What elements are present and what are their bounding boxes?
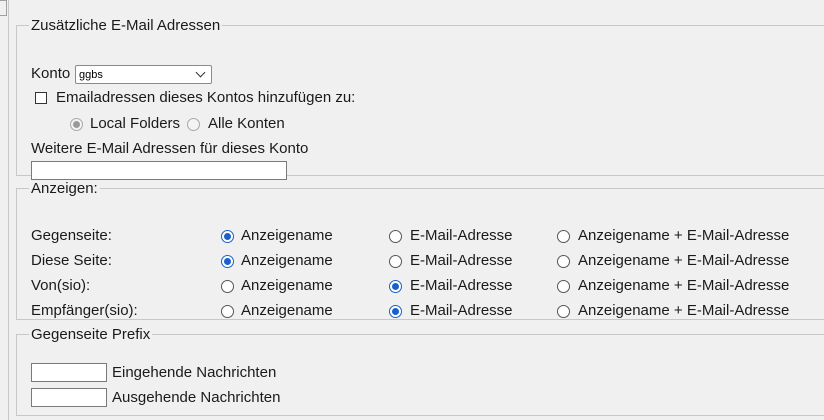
additional-email-group: Zusätzliche E-Mail Adressen Konto ggbs E… [16, 17, 824, 180]
display-row0-radio-both[interactable] [557, 230, 570, 243]
display-row0-option-both: Anzeigename + E-Mail-Adresse [578, 227, 790, 244]
display-row3-option-email: E-Mail-Adresse [410, 302, 513, 319]
display-row3-radio-email[interactable] [389, 305, 402, 318]
display-row0-option-displayname: Anzeigename [241, 227, 333, 244]
display-row3-radio-displayname[interactable] [221, 305, 234, 318]
prefix-group: Gegenseite Prefix Eingehende Nachrichten… [16, 326, 824, 416]
target-radio-all-accounts[interactable] [187, 118, 200, 131]
add-addresses-checkbox[interactable] [35, 92, 47, 104]
display-row0-radio-email[interactable] [389, 230, 402, 243]
target-label-local-folders: Local Folders [90, 115, 181, 132]
konto-select-wrap[interactable]: ggbs [75, 65, 212, 84]
target-label-all-accounts: Alle Konten [208, 115, 285, 132]
outgoing-prefix-input[interactable] [31, 388, 107, 407]
display-row1-radio-both[interactable] [557, 255, 570, 268]
display-row1-option-displayname: Anzeigename [241, 252, 333, 269]
target-radio-local-folders[interactable] [70, 118, 83, 131]
display-row1-radio-email[interactable] [389, 255, 402, 268]
display-row2-radio-email[interactable] [389, 280, 402, 293]
konto-select[interactable]: ggbs [75, 65, 212, 84]
incoming-prefix-label: Eingehende Nachrichten [112, 364, 277, 381]
further-addresses-input[interactable] [31, 161, 287, 180]
prefix-legend: Gegenseite Prefix [31, 326, 151, 343]
left-edge-strip [0, 0, 8, 420]
incoming-prefix-input[interactable] [31, 363, 107, 382]
display-row3-radio-both[interactable] [557, 305, 570, 318]
display-row3-option-displayname: Anzeigename [241, 302, 333, 319]
display-row2-option-displayname: Anzeigename [241, 277, 333, 294]
display-row2-radio-displayname[interactable] [221, 280, 234, 293]
display-row-label: Empfänger(sio): [31, 302, 138, 319]
display-row-label: Diese Seite: [31, 252, 112, 269]
display-group: Anzeigen: Gegenseite: Anzeigename E-Mail… [16, 180, 824, 320]
settings-panel: Zusätzliche E-Mail Adressen Konto ggbs E… [9, 0, 824, 420]
outgoing-prefix-label: Ausgehende Nachrichten [112, 389, 281, 406]
further-addresses-label: Weitere E-Mail Adressen für dieses Konto [31, 140, 309, 157]
display-row0-option-email: E-Mail-Adresse [410, 227, 513, 244]
display-row2-option-email: E-Mail-Adresse [410, 277, 513, 294]
display-row1-option-both: Anzeigename + E-Mail-Adresse [578, 252, 790, 269]
display-row2-radio-both[interactable] [557, 280, 570, 293]
display-row-label: Gegenseite: [31, 227, 112, 244]
display-row1-radio-displayname[interactable] [221, 255, 234, 268]
additional-email-legend: Zusätzliche E-Mail Adressen [31, 17, 221, 34]
display-row1-option-email: E-Mail-Adresse [410, 252, 513, 269]
add-addresses-label: Emailadressen dieses Kontos hinzufügen z… [56, 89, 356, 106]
display-row0-radio-displayname[interactable] [221, 230, 234, 243]
konto-label: Konto [31, 65, 71, 82]
display-row2-option-both: Anzeigename + E-Mail-Adresse [578, 277, 790, 294]
splitter-handle[interactable] [0, 0, 7, 16]
display-row-label: Von(sio): [31, 277, 91, 294]
display-row3-option-both: Anzeigename + E-Mail-Adresse [578, 302, 790, 319]
display-legend: Anzeigen: [31, 180, 98, 197]
